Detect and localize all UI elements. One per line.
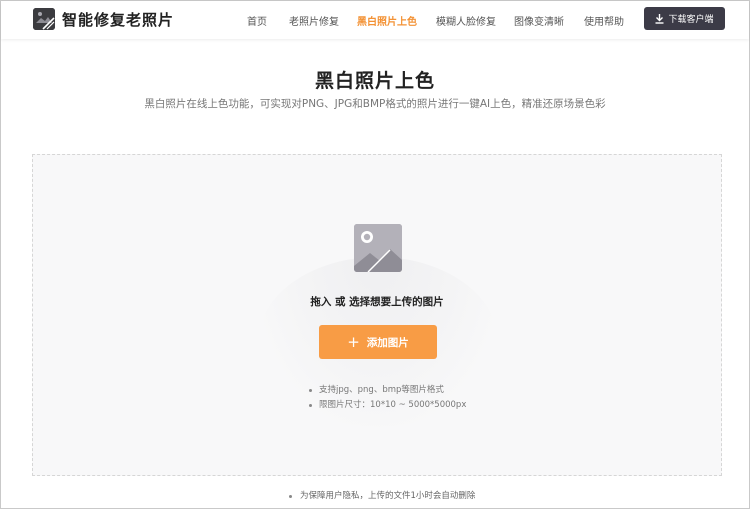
nav-help[interactable]: 使用帮助 [584,13,624,28]
add-image-button[interactable]: + 添加图片 [319,325,437,359]
download-client-button[interactable]: 下载客户端 [644,7,725,30]
download-icon [655,13,664,24]
download-client-label: 下载客户端 [668,15,714,25]
page-subtitle: 黑白照片在线上色功能，可实现对PNG、JPG和BMP格式的照片进行一键AI上色，… [144,98,606,110]
add-image-label: 添加图片 [366,336,409,349]
upload-tips: 支持jpg、png、bmp等图片格式 限图片尺寸：10*10 ~ 5000*50… [305,383,466,413]
nav-colorize[interactable]: 黑白照片上色 [357,13,417,28]
privacy-note: 为保障用户隐私，上传的文件1小时会自动删除 [289,489,475,501]
upload-prompt: 拖入 或 选择想要上传的图片 [310,296,444,308]
upload-dropzone[interactable]: 拖入 或 选择想要上传的图片 + 添加图片 支持jpg、png、bmp等图片格式… [32,154,722,476]
nav-image-sharpen[interactable]: 图像变清晰 [514,13,564,28]
tip-size: 限图片尺寸：10*10 ~ 5000*5000px [305,398,466,413]
nav-home[interactable]: 首页 [247,13,267,28]
bullet-icon [289,495,292,498]
nav-old-photo-repair[interactable]: 老照片修复 [289,13,339,28]
image-placeholder-icon [354,224,402,272]
tip-size-text: 限图片尺寸：10*10 ~ 5000*5000px [319,400,467,410]
plus-icon: + [347,332,360,351]
top-navbar: 智能修复老照片 首页 老照片修复 黑白照片上色 模糊人脸修复 图像变清晰 使用帮… [1,1,749,39]
site-title: 智能修复老照片 [62,11,175,29]
logo-icon [33,8,55,30]
privacy-note-text: 为保障用户隐私，上传的文件1小时会自动删除 [300,491,476,501]
tip-format-text: 支持jpg、png、bmp等图片格式 [319,385,444,395]
page-title: 黑白照片上色 [314,70,435,92]
bullet-icon [309,404,312,407]
bullet-icon [309,389,312,392]
tip-format: 支持jpg、png、bmp等图片格式 [305,383,466,398]
nav-face-repair[interactable]: 模糊人脸修复 [436,13,496,28]
